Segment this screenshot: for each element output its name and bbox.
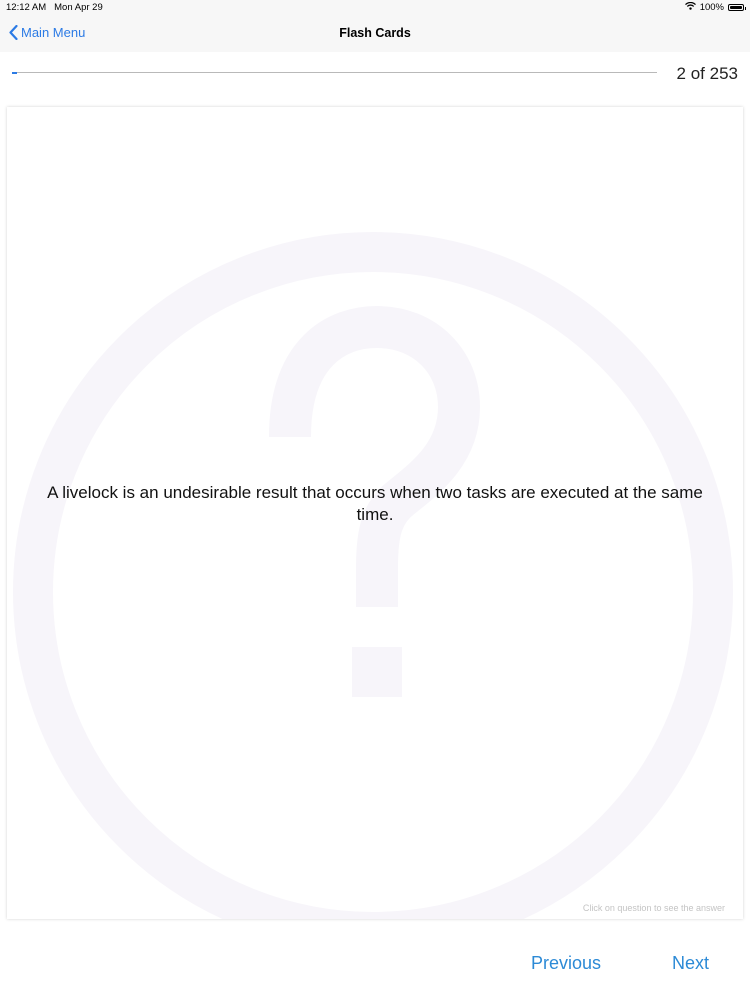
next-button[interactable]: Next (672, 953, 709, 974)
battery-icon (728, 4, 746, 11)
wifi-icon (684, 1, 696, 13)
previous-button[interactable]: Previous (531, 953, 601, 974)
progress-bar (12, 71, 657, 74)
status-right: 100% (684, 1, 746, 13)
status-date: Mon Apr 29 (54, 2, 103, 13)
status-bar: 12:12 AM Mon Apr 29 100% (0, 0, 750, 16)
page-title: Flash Cards (339, 26, 411, 40)
status-time: 12:12 AM (6, 2, 47, 13)
progress-row: 2 of 253 (0, 52, 750, 102)
progress-label: 2 of 253 (676, 64, 738, 83)
progress-fill (12, 71, 18, 74)
status-left: 12:12 AM Mon Apr 29 (6, 2, 103, 13)
navigation-bar: Main Menu Flash Cards (0, 16, 750, 53)
flash-card[interactable]: A livelock is an undesirable result that… (7, 107, 743, 919)
battery-percent: 100% (699, 2, 724, 13)
card-hint: Click on question to see the answer (582, 903, 725, 913)
card-question: A livelock is an undesirable result that… (47, 483, 703, 524)
